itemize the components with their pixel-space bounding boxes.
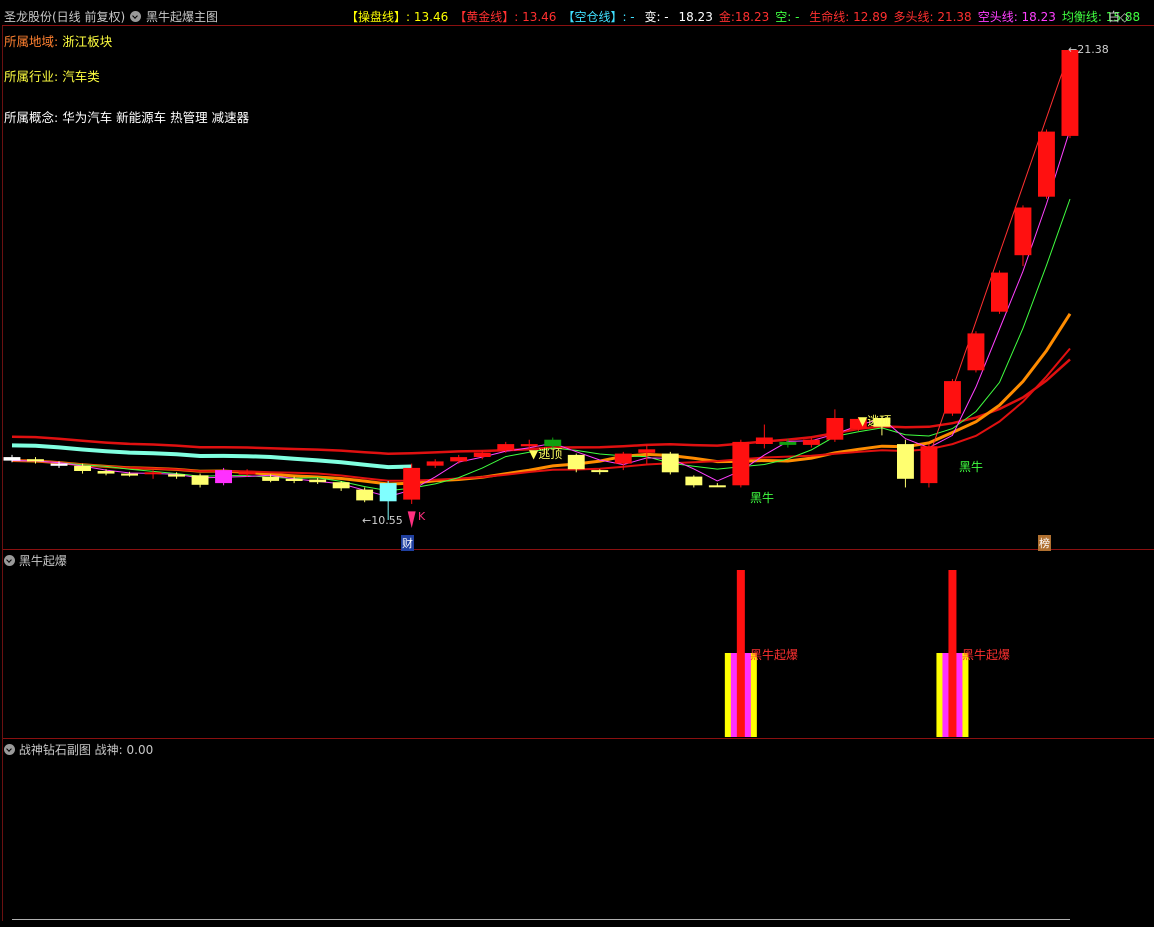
candle-body	[27, 459, 44, 462]
low-arrow-marker	[407, 511, 416, 528]
ranking-marker[interactable]: 榜	[1038, 535, 1051, 551]
candle-body	[708, 485, 726, 488]
candle-body	[285, 478, 303, 481]
escape-top-signal-2: ▼逃顶	[858, 414, 892, 428]
header-divider	[2, 25, 1154, 26]
panel-divider-1[interactable]	[2, 549, 1154, 550]
candle-body	[379, 483, 397, 502]
candle-body	[991, 272, 1008, 312]
candle-body	[262, 476, 280, 481]
candle-body	[450, 457, 468, 462]
signal-bar-red	[948, 570, 957, 737]
candle-body	[755, 437, 773, 444]
candle-body	[614, 453, 632, 464]
panel3-title: 战神钻石副图	[18, 743, 91, 757]
candle-body	[497, 444, 515, 451]
candle-body	[944, 381, 961, 414]
candle-body	[1061, 50, 1079, 136]
black-bull-burst-label-1: 黑牛起爆	[750, 648, 799, 662]
panel3-value: 战神: 0.00	[94, 743, 154, 757]
candle-body	[897, 444, 914, 479]
panel2-toggle-icon[interactable]	[4, 555, 15, 566]
finance-marker[interactable]: 财	[401, 535, 414, 551]
candle-body	[1038, 131, 1055, 197]
candle-body	[332, 482, 350, 489]
candle-body	[591, 470, 609, 473]
candle-body	[50, 463, 68, 466]
candle-body	[74, 465, 91, 471]
candle-body	[403, 467, 421, 500]
candle-body	[826, 418, 844, 440]
black-bull-burst-label-2: 黑牛起爆	[962, 648, 1011, 662]
candle-body	[779, 441, 797, 445]
panel2-title-row[interactable]: 黑牛起爆	[4, 552, 67, 569]
candle-body	[3, 457, 21, 461]
k-marker: K	[418, 510, 426, 523]
candle-body	[685, 476, 703, 486]
candle-body	[168, 474, 185, 477]
left-frame-line	[2, 26, 3, 921]
black-bull-signal-2: 黑牛	[959, 460, 984, 474]
panel3-toggle-icon[interactable]	[4, 744, 15, 755]
candle-body	[356, 489, 374, 501]
candle-body	[661, 453, 679, 473]
candle-body	[802, 439, 820, 445]
candle-body	[238, 472, 256, 475]
panel3-baseline	[12, 919, 1070, 920]
bear-line	[11, 129, 1071, 498]
low-price-label: ←10.55	[362, 514, 403, 527]
candle-body	[920, 446, 938, 484]
candle-body	[473, 452, 491, 457]
panel-divider-2[interactable]	[2, 738, 1154, 739]
candle-body	[97, 471, 115, 474]
escape-top-signal-1: ▼逃顶	[529, 447, 563, 461]
candle-body	[1014, 207, 1032, 256]
candle-body	[967, 333, 985, 371]
candle-body	[191, 475, 209, 485]
candle-body	[121, 473, 138, 476]
candle-body	[732, 441, 750, 486]
high-price-label: ←21.38	[1068, 43, 1109, 56]
candle-body	[215, 470, 232, 484]
signal-bar-red	[736, 570, 745, 737]
candle-body	[567, 454, 585, 470]
panel3-title-row[interactable]: 战神钻石副图 战神: 0.00	[4, 741, 153, 758]
black-bull-signal-1: 黑牛	[750, 491, 775, 505]
candle-body	[426, 461, 444, 466]
candle-body	[144, 472, 162, 475]
candle-body	[638, 449, 656, 453]
life-line	[11, 358, 1071, 455]
panel2-title: 黑牛起爆	[18, 554, 67, 568]
candle-body	[309, 479, 327, 483]
